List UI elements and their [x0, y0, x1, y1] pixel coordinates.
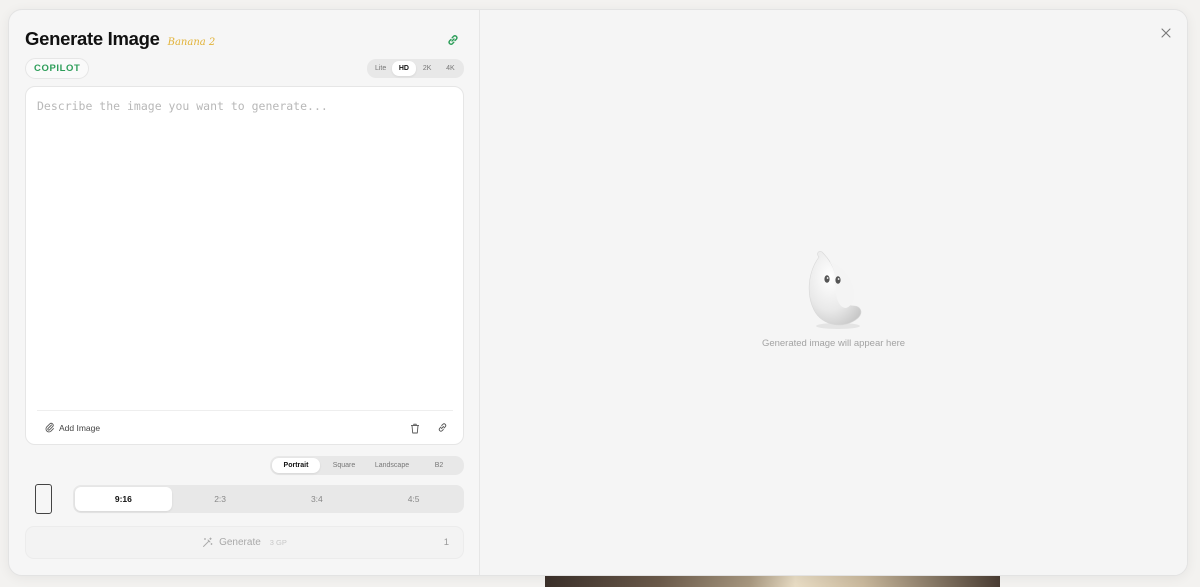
settings-panel: Generate Image Banana 2 COPILOT Lite HD … [9, 10, 480, 575]
ratio-option-2-3[interactable]: 2:3 [172, 487, 269, 511]
title-row: Generate Image Banana 2 [25, 28, 215, 50]
model-tag[interactable]: Banana 2 [168, 37, 216, 48]
orientation-option-portrait[interactable]: Portrait [272, 458, 320, 473]
ratio-option-9-16[interactable]: 9:16 [75, 487, 172, 511]
ratio-option-3-4[interactable]: 3:4 [269, 487, 366, 511]
generate-label: Generate [219, 537, 261, 548]
link-icon[interactable] [446, 33, 460, 47]
quality-option-2k[interactable]: 2K [416, 61, 439, 76]
quality-option-lite[interactable]: Lite [369, 61, 392, 76]
preview-empty-text: Generated image will appear here [761, 338, 906, 349]
generate-cost: 3 GP [269, 538, 287, 547]
orientation-option-square[interactable]: Square [320, 458, 368, 473]
quality-option-4k[interactable]: 4K [439, 61, 462, 76]
paperclip-icon [45, 422, 54, 433]
quality-selector: Lite HD 2K 4K [367, 59, 464, 78]
banana-mascot-icon [808, 251, 862, 329]
orientation-selector: Portrait Square Landscape B2 [270, 456, 464, 475]
add-image-label: Add Image [59, 422, 101, 433]
generate-count[interactable]: 1 [444, 537, 449, 548]
orientation-option-landscape[interactable]: Landscape [368, 458, 416, 473]
close-icon[interactable] [1161, 28, 1171, 38]
sparkle-link-icon[interactable] [437, 422, 448, 433]
prompt-divider [37, 410, 453, 411]
add-image-button[interactable]: Add Image [45, 422, 100, 433]
ratio-option-4-5[interactable]: 4:5 [365, 487, 462, 511]
aspect-ratio-selector: 9:16 2:3 3:4 4:5 [73, 485, 464, 513]
preview-panel: Generated image will appear here [480, 10, 1187, 575]
trash-icon[interactable] [410, 423, 420, 434]
generate-button[interactable]: Generate 3 GP 1 [25, 526, 464, 559]
page-title: Generate Image [25, 28, 160, 49]
quality-option-hd[interactable]: HD [392, 61, 416, 76]
prompt-input[interactable] [37, 99, 447, 399]
prompt-box: Add Image [25, 86, 464, 445]
copilot-toggle[interactable]: COPILOT [25, 58, 90, 79]
generate-image-dialog: Generate Image Banana 2 COPILOT Lite HD … [8, 9, 1188, 576]
orientation-option-b2[interactable]: B2 [416, 458, 462, 473]
phone-portrait-icon [35, 484, 52, 514]
magic-wand-icon [203, 537, 213, 547]
